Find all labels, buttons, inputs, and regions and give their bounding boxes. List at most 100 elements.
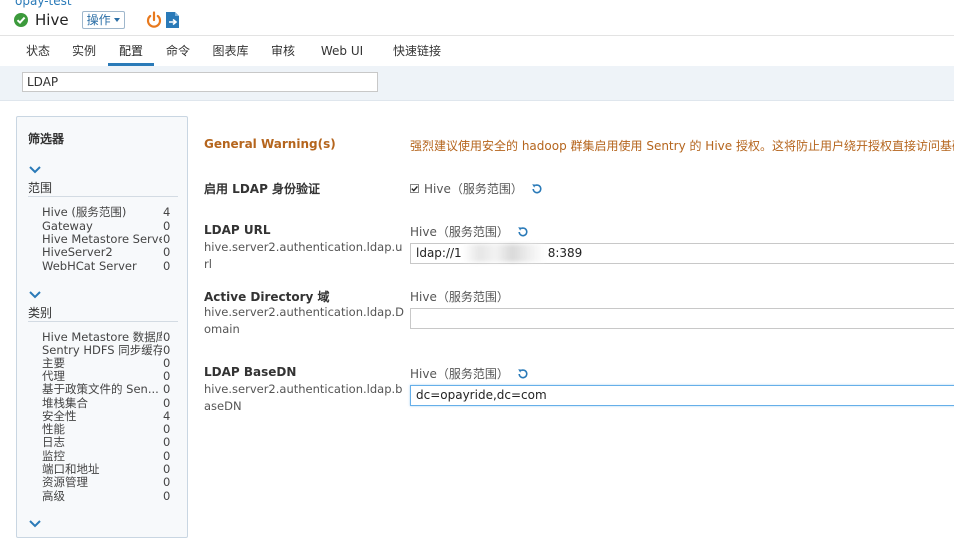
tab-label: 命令 xyxy=(166,44,191,58)
filter-item-label: WebHCat Server xyxy=(42,260,137,273)
filter-item[interactable]: Hive Metastore 数据库 0 xyxy=(42,331,182,344)
tab-commands[interactable]: 命令 xyxy=(166,36,190,66)
ad-domain-input[interactable] xyxy=(410,308,954,329)
filter-item-label: Gateway xyxy=(42,220,93,233)
filter-item-label: 基于政策文件的 Sen... xyxy=(42,383,159,396)
filter-item[interactable]: 资源管理 0 xyxy=(42,476,182,489)
filter-item-label: 性能 xyxy=(42,423,65,436)
filter-item[interactable]: 安全性 4 xyxy=(42,410,182,423)
tab-label: 配置 xyxy=(118,44,143,58)
filter-item-label: 安全性 xyxy=(42,410,77,423)
filter-item-label: 堆栈集合 xyxy=(42,397,88,410)
reset-to-default-icon[interactable] xyxy=(531,183,543,195)
filter-item[interactable]: WebHCat Server 0 xyxy=(42,260,182,273)
filter-group-title-category: 类别 xyxy=(28,306,53,320)
ldap-basedn-input[interactable]: dc=opayride,dc=com xyxy=(410,385,954,406)
status-ok-icon xyxy=(14,13,28,27)
filter-item-count: 4 xyxy=(163,205,171,219)
filter-item[interactable]: Hive (服务范围) 4 xyxy=(42,206,182,219)
ldap-url-key: hive.server2.authentication.ldap.url xyxy=(204,240,403,271)
chevron-down-icon[interactable] xyxy=(29,166,41,174)
divider xyxy=(28,321,178,322)
actions-dropdown-button[interactable]: 操作 xyxy=(81,11,125,29)
filter-item[interactable]: Hive Metastore Server 0 xyxy=(42,233,182,246)
ad-domain-label: Active Directory 域 xyxy=(204,290,330,304)
tab-web-ui[interactable]: Web UI xyxy=(317,36,367,84)
chevron-down-icon[interactable] xyxy=(29,291,41,299)
general-warning-text: 强烈建议使用安全的 hadoop 群集启用使用 Sentry 的 Hive 授权… xyxy=(410,139,954,153)
filter-item[interactable]: HiveServer2 0 xyxy=(42,246,182,259)
cluster-name[interactable]: opay-test xyxy=(15,0,72,8)
filter-item[interactable]: 监控 0 xyxy=(42,450,182,463)
tab-label: 审核 xyxy=(271,44,296,58)
filter-item-label: 主要 xyxy=(42,357,65,370)
filter-item[interactable]: 端口和地址 0 xyxy=(42,463,182,476)
ad-domain-scope-row: Hive（服务范围） xyxy=(410,288,509,305)
power-icon[interactable] xyxy=(146,11,162,29)
filter-item[interactable]: 高级 0 xyxy=(42,490,182,503)
tab-label: 实例 xyxy=(72,44,97,58)
export-icon[interactable] xyxy=(165,11,181,29)
filter-item-label: 资源管理 xyxy=(42,476,88,489)
filter-item[interactable]: Sentry HDFS 同步缓存 0 xyxy=(42,344,182,357)
tab-audits[interactable]: 审核 xyxy=(271,36,295,66)
filter-item-label: 端口和地址 xyxy=(42,463,100,476)
filter-item-count: 0 xyxy=(163,382,171,396)
reset-to-default-icon[interactable] xyxy=(517,226,529,238)
ldap-url-scope: Hive（服务范围） xyxy=(410,225,509,239)
filter-item-count: 0 xyxy=(163,435,171,449)
filter-item-label: HiveServer2 xyxy=(42,246,113,259)
filter-item-label: 日志 xyxy=(42,436,65,449)
filter-panel: 筛选器 范围 Hive (服务范围) 4 Gateway 0 Hive Metast… xyxy=(16,116,188,538)
tab-label: 状态 xyxy=(26,44,51,58)
search-bar: LDAP xyxy=(0,66,954,101)
tab-label: 图表库 xyxy=(212,44,249,58)
ldap-url-value-prefix: ldap://1 xyxy=(416,246,462,260)
ldap-basedn-key: hive.server2.authentication.ldap.baseDN xyxy=(204,382,403,413)
ldap-url-value-suffix: 8:389 xyxy=(547,246,583,260)
filter-item[interactable]: 性能 0 xyxy=(42,423,182,436)
filter-item[interactable]: Gateway 0 xyxy=(42,220,182,233)
general-warning-label: General Warning(s) xyxy=(204,137,336,151)
tab-status[interactable]: 状态 xyxy=(26,36,50,66)
enable-ldap-checkbox[interactable] xyxy=(410,184,419,193)
filter-item[interactable]: 基于政策文件的 Sen... 0 xyxy=(42,383,182,396)
ldap-url-label: LDAP URL xyxy=(204,223,271,237)
ldap-basedn-scope-row: Hive（服务范围） xyxy=(410,365,529,382)
service-name: Hive xyxy=(35,11,69,29)
filter-item-count: 0 xyxy=(163,475,171,489)
tab-instances[interactable]: 实例 xyxy=(72,36,96,66)
filter-item-label: Hive Metastore Server xyxy=(42,233,162,246)
filter-item-label: 高级 xyxy=(42,490,65,503)
filter-item-label: 监控 xyxy=(42,450,65,463)
filter-item[interactable]: 日志 0 xyxy=(42,436,182,449)
tab-label: Web UI xyxy=(320,44,364,58)
enable-ldap-label: 启用 LDAP 身份验证 xyxy=(204,182,321,196)
ad-domain-key: hive.server2.authentication.ldap.Domain xyxy=(204,305,405,336)
enable-ldap-scope: Hive（服务范围） xyxy=(424,182,523,196)
divider xyxy=(28,196,178,197)
filter-title: 筛选器 xyxy=(28,132,65,146)
service-header: Hive 操作 xyxy=(14,10,125,30)
ldap-url-scope-row: Hive（服务范围） xyxy=(410,223,529,240)
service-tabs: 状态 实例 配置 命令 图表库 审核 Web UI 快速链接 xyxy=(0,35,954,84)
enable-ldap-control: Hive（服务范围） xyxy=(410,180,543,197)
caret-down-icon xyxy=(113,18,120,22)
tab-label: 快速链接 xyxy=(392,44,441,58)
filter-item[interactable]: 主要 0 xyxy=(42,357,182,370)
config-search-input[interactable]: LDAP xyxy=(22,72,378,92)
filter-item-count: 0 xyxy=(163,259,171,273)
filter-item-count: 0 xyxy=(163,245,171,259)
filter-item[interactable]: 代理 0 xyxy=(42,370,182,383)
redaction-blur xyxy=(463,244,545,262)
ldap-basedn-label: LDAP BaseDN xyxy=(204,365,297,379)
filter-item[interactable]: 堆栈集合 0 xyxy=(42,397,182,410)
ldap-basedn-scope: Hive（服务范围） xyxy=(410,367,509,381)
tab-quick-links[interactable]: 快速链接 xyxy=(387,36,447,84)
filter-item-label: Sentry HDFS 同步缓存 xyxy=(42,344,162,357)
tab-configuration[interactable]: 配置 xyxy=(108,36,154,66)
filter-item-label: 代理 xyxy=(42,370,65,383)
reset-to-default-icon[interactable] xyxy=(517,368,529,380)
tab-charts-library[interactable]: 图表库 xyxy=(212,36,249,66)
ad-domain-scope: Hive（服务范围） xyxy=(410,290,509,304)
